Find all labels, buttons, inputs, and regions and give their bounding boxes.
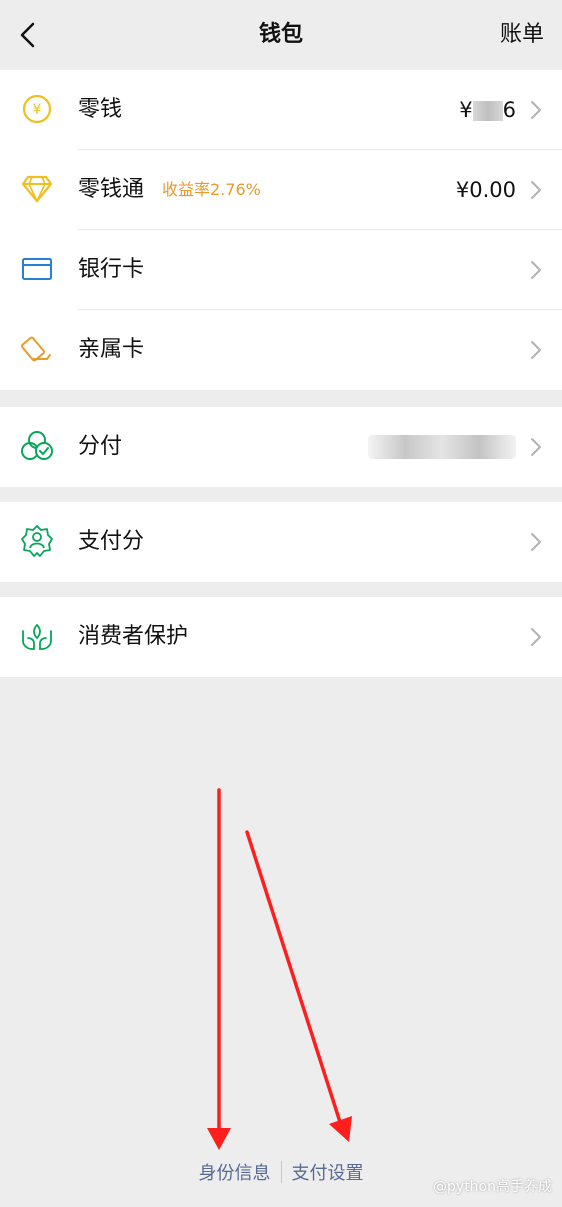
bank-card-label: 银行卡 [78,257,145,282]
three-circles-check-icon [20,429,54,463]
pay-score-row[interactable]: 支付分 [0,502,562,582]
fenfu-value-blurred [368,435,516,459]
lqt-yield-badge: 收益率2.76% [162,180,261,199]
change-value-blur [472,101,503,121]
family-card-icon [20,332,54,366]
page-title: 钱包 [258,22,303,47]
change-value: ¥6 [459,70,516,150]
watermark: @python高手养成 [433,1179,552,1195]
lqt-label: 零钱通 [78,177,145,202]
change-value-suffix: 6 [502,98,516,122]
arrow-to-settings [245,830,352,1142]
protection-group: 消费者保护 [0,597,562,677]
consumer-protection-label: 消费者保护 [78,624,189,649]
fenfu-row[interactable]: 分付 [0,407,562,487]
pay-settings-link[interactable]: 支付设置 [282,1159,374,1185]
family-card-row[interactable]: 亲属卡 [0,310,562,390]
pay-score-label: 支付分 [78,529,145,554]
diamond-icon [20,172,54,206]
back-button[interactable] [10,16,46,54]
chevron-right-icon [531,101,541,119]
fenfu-label: 分付 [78,434,123,459]
chevron-right-icon [531,628,541,646]
wallet-page: 钱包 账单 ¥ 零钱 ¥6 零钱通 收益率2.76% ¥0.00 银行卡 亲属卡… [0,0,562,1207]
yuan-coin-icon: ¥ [20,92,54,126]
chevron-right-icon [531,341,541,359]
fenfu-group: 分付 [0,407,562,487]
arrow-to-identity [207,788,231,1150]
svg-text:¥: ¥ [33,102,42,118]
change-value-prefix: ¥ [459,98,473,122]
chevron-right-icon [531,438,541,456]
lqt-value: ¥0.00 [455,178,516,202]
chevron-right-icon [531,181,541,199]
bank-card-row[interactable]: 银行卡 [0,230,562,310]
hands-leaf-icon [20,619,54,653]
consumer-protection-row[interactable]: 消费者保护 [0,597,562,677]
lqt-row[interactable]: 零钱通 收益率2.76% ¥0.00 [0,150,562,230]
bill-button[interactable]: 账单 [500,0,544,70]
chevron-left-icon [20,22,35,48]
chevron-right-icon [531,533,541,551]
score-group: 支付分 [0,502,562,582]
identity-info-link[interactable]: 身份信息 [189,1159,281,1185]
bank-card-icon [20,252,54,286]
change-label: 零钱 [78,97,123,122]
change-row[interactable]: ¥ 零钱 ¥6 [0,70,562,150]
family-card-label: 亲属卡 [78,337,145,362]
chevron-right-icon [531,261,541,279]
badge-person-icon [20,524,54,558]
wallet-group: ¥ 零钱 ¥6 零钱通 收益率2.76% ¥0.00 银行卡 亲属卡 [0,70,562,390]
top-bar: 钱包 账单 [0,0,562,70]
